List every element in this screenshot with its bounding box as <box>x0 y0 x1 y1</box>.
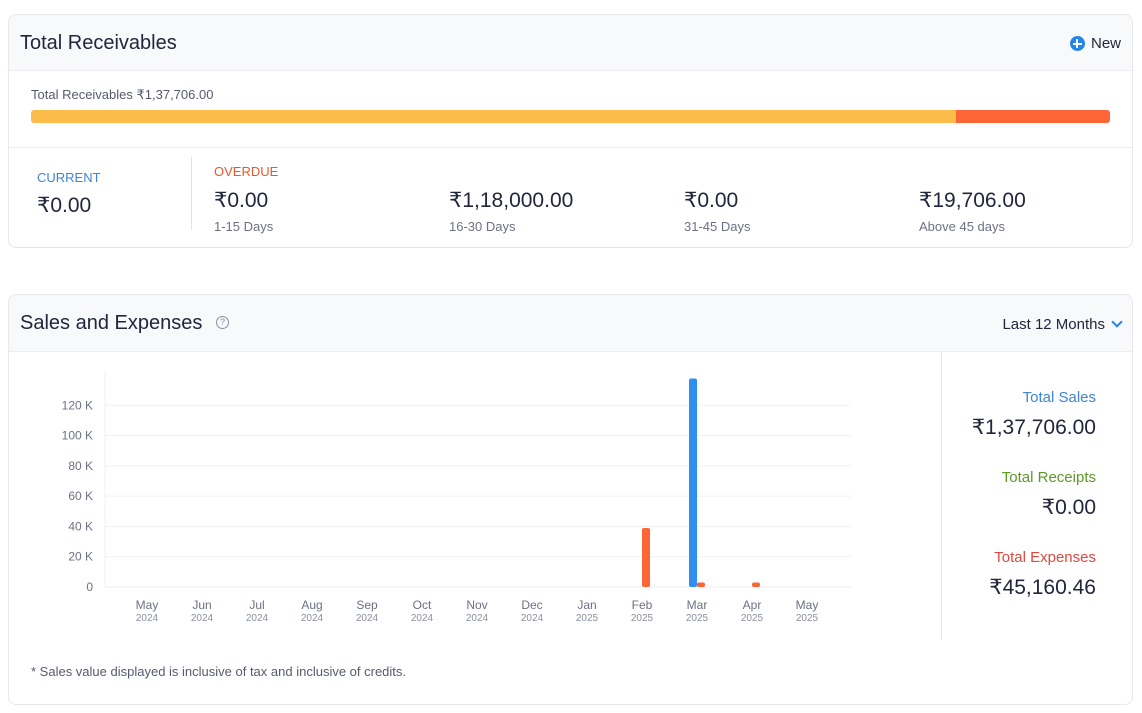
bucket-amount: ₹0.00 <box>684 189 739 212</box>
total-receipts-value: ₹0.00 <box>1041 496 1096 519</box>
total-expenses-stat: Total Expenses ₹45,160.46 <box>989 549 1096 600</box>
x-tick-year-label: 2025 <box>741 613 764 624</box>
x-tick-year-label: 2024 <box>191 613 214 624</box>
x-tick-label: Jun <box>192 598 211 612</box>
y-tick-label: 20 K <box>68 550 93 564</box>
overdue-bucket-1-15[interactable]: ₹0.00 1-15 Days <box>214 188 273 234</box>
receivables-header: Total Receivables New <box>9 15 1132 71</box>
y-tick-label: 40 K <box>68 519 93 533</box>
current-value: ₹0.00 <box>37 194 92 217</box>
receivables-progress-bar <box>31 110 1110 123</box>
new-button-label: New <box>1090 35 1121 52</box>
overdue-bucket-above-45[interactable]: ₹19,706.00 Above 45 days <box>919 188 1026 234</box>
overdue-bucket-31-45[interactable]: ₹0.00 31-45 Days <box>684 188 750 234</box>
x-tick-label: May <box>136 598 159 612</box>
chart-bar <box>752 582 760 587</box>
y-tick-label: 0 <box>86 580 93 594</box>
vertical-divider <box>191 157 192 230</box>
x-tick-label: Oct <box>413 598 432 612</box>
period-label: Last 12 Months <box>1002 316 1105 333</box>
period-dropdown[interactable]: Last 12 Months <box>1002 316 1123 333</box>
sales-expenses-chart: 020 K40 K60 K80 K100 K120 KMay2024Jun202… <box>62 371 851 624</box>
x-tick-label: Dec <box>521 598 542 612</box>
total-expenses-value: ₹45,160.46 <box>989 576 1096 599</box>
bucket-amount: ₹1,18,000.00 <box>449 189 574 212</box>
total-receipts-label: Total Receipts <box>1001 469 1096 486</box>
y-tick-label: 120 K <box>62 398 93 412</box>
x-tick-label: Sep <box>356 598 378 612</box>
x-tick-label: May <box>796 598 819 612</box>
chart-bar <box>689 378 697 587</box>
footnote: * Sales value displayed is inclusive of … <box>31 664 407 679</box>
vertical-divider <box>941 352 942 640</box>
x-tick-year-label: 2025 <box>796 613 819 624</box>
chevron-down-icon <box>1111 316 1123 328</box>
total-receivables-card: Total Receivables New Total Receivables … <box>8 14 1133 248</box>
overdue-label: OVERDUE <box>214 164 279 179</box>
y-tick-label: 80 K <box>68 459 93 473</box>
overdue-bar-segment <box>955 110 1110 123</box>
x-tick-label: Aug <box>301 598 322 612</box>
divider <box>9 147 1132 148</box>
x-tick-label: Jan <box>577 598 596 612</box>
x-tick-year-label: 2024 <box>466 613 489 624</box>
bucket-range: 1-15 Days <box>214 219 274 234</box>
x-tick-label: Nov <box>466 598 487 612</box>
x-tick-year-label: 2025 <box>576 613 599 624</box>
x-tick-year-label: 2025 <box>631 613 654 624</box>
x-tick-year-label: 2024 <box>136 613 159 624</box>
sales-and-expenses-card: Sales and Expenses ? Last 12 Months 0 20 … <box>8 294 1133 705</box>
bucket-amount: ₹0.00 <box>214 189 269 212</box>
x-tick-year-label: 2024 <box>521 613 544 624</box>
x-tick-label: Jul <box>249 598 264 612</box>
total-sales-value: ₹1,37,706.00 <box>971 416 1096 439</box>
chart-bar <box>697 582 705 587</box>
y-tick-label: 100 K <box>62 429 93 443</box>
x-tick-label: Apr <box>743 598 762 612</box>
total-expenses-label: Total Expenses <box>994 549 1096 566</box>
total-receipts-stat: Total Receipts ₹0.00 <box>1002 469 1096 520</box>
total-sales-label: Total Sales <box>1022 389 1096 406</box>
overdue-bucket-16-30[interactable]: ₹1,18,000.00 16-30 Days <box>449 188 573 234</box>
x-tick-year-label: 2024 <box>246 613 269 624</box>
bucket-range: 16-30 Days <box>449 219 516 234</box>
plus-circle-icon <box>1069 36 1085 51</box>
new-button[interactable]: New <box>1069 35 1121 52</box>
bucket-range: 31-45 Days <box>684 219 751 234</box>
current-bar-segment <box>31 110 956 123</box>
bucket-amount: ₹19,706.00 <box>919 189 1026 212</box>
receivables-title: Total Receivables <box>20 32 177 54</box>
x-tick-label: Feb <box>632 598 653 612</box>
total-sales-stat: Total Sales ₹1,37,706.00 <box>972 389 1096 440</box>
x-tick-year-label: 2025 <box>686 613 709 624</box>
x-tick-label: Mar <box>687 598 708 612</box>
bucket-range: Above 45 days <box>919 219 1006 234</box>
x-tick-year-label: 2024 <box>356 613 379 624</box>
x-tick-year-label: 2024 <box>301 613 324 624</box>
chart-bar <box>642 527 650 587</box>
x-tick-year-label: 2024 <box>411 613 434 624</box>
y-tick-label: 60 K <box>68 489 93 503</box>
current-label: CURRENT <box>37 170 101 185</box>
total-receivables-label: Total Receivables ₹1,37,706.00 <box>31 87 214 102</box>
